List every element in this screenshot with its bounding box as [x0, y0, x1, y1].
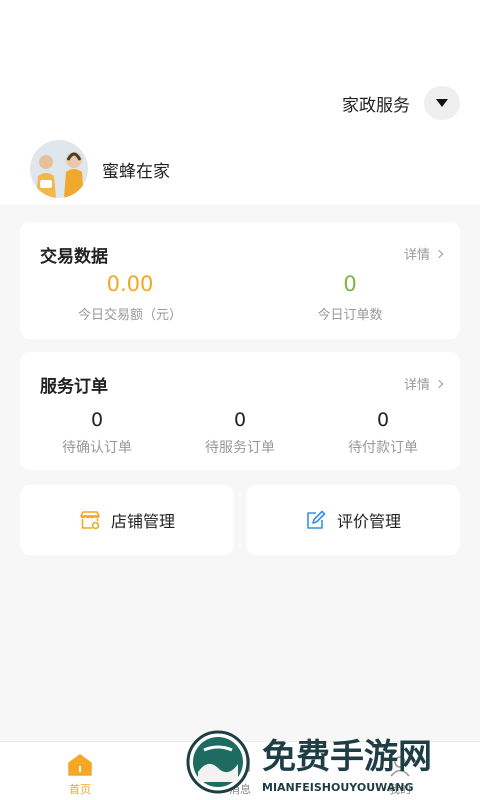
review-management-button[interactable]: 评价管理 [246, 485, 460, 555]
pending-payment-label: 待付款订单 [348, 440, 418, 456]
service-orders-card: 服务订单 详情 0 待确认订单 0 待服务订单 0 待付款订单 [20, 352, 460, 470]
chevron-right-icon [434, 249, 444, 258]
store-name: 蜜蜂在家 [102, 161, 170, 182]
pending-confirm-value: 0 [90, 409, 104, 431]
caret-down-icon [436, 99, 448, 107]
pending-payment-value: 0 [376, 409, 390, 431]
pending-service-value: 0 [233, 409, 247, 431]
shop-management-label: 店铺管理 [110, 512, 175, 531]
header-area: 家政服务 蜜蜂在家 [0, 0, 480, 210]
home-icon [68, 754, 92, 776]
pending-confirm-stat[interactable]: 0 待确认订单 [24, 407, 170, 457]
watermark-logo: 免费手游网 MIANFEISHOUYOUWANG [186, 730, 432, 794]
category-dropdown-button[interactable] [424, 86, 460, 120]
pending-payment-stat[interactable]: 0 待付款订单 [310, 407, 456, 457]
chevron-right-icon [434, 379, 444, 388]
trade-data-card: 交易数据 详情 0.00 今日交易额（元） 0 今日订单数 [20, 222, 460, 339]
watermark-overlay: 免费手游网 MIANFEISHOUYOUWANG [184, 728, 480, 800]
watermark-subtitle: MIANFEISHOUYOUWANG [262, 781, 414, 794]
today-amount-stat: 0.00 今日交易额（元） [20, 270, 240, 323]
shop-icon [80, 511, 100, 530]
today-amount-value: 0.00 [106, 272, 154, 296]
orders-card-title: 服务订单 [40, 377, 108, 397]
orders-details-label: 详情 [403, 378, 430, 393]
pending-service-label: 待服务订单 [205, 440, 275, 456]
trade-card-title: 交易数据 [40, 247, 108, 267]
trade-details-link[interactable]: 详情 [403, 244, 444, 263]
trade-details-label: 详情 [403, 248, 430, 263]
store-profile[interactable]: 蜜蜂在家 [30, 140, 170, 198]
today-amount-label: 今日交易额（元） [77, 308, 182, 323]
review-management-label: 评价管理 [336, 512, 401, 531]
pending-service-stat[interactable]: 0 待服务订单 [167, 407, 313, 457]
orders-details-link[interactable]: 详情 [403, 374, 444, 393]
pending-confirm-label: 待确认订单 [62, 440, 132, 456]
category-label: 家政服务 [342, 95, 410, 116]
watermark-title: 免费手游网 [262, 737, 432, 777]
today-orders-label: 今日订单数 [317, 308, 383, 323]
category-selector[interactable]: 家政服务 [342, 86, 460, 120]
edit-icon [307, 510, 326, 529]
avatar[interactable] [30, 140, 88, 198]
today-orders-value: 0 [343, 272, 357, 296]
shop-management-button[interactable]: 店铺管理 [20, 485, 234, 555]
tab-home-label: 首页 [69, 783, 91, 796]
dashboard-content: 交易数据 详情 0.00 今日交易额（元） 0 今日订单数 服务订单 详情 0 … [0, 205, 480, 741]
today-orders-stat: 0 今日订单数 [240, 270, 460, 323]
tab-home[interactable]: 首页 [0, 742, 160, 800]
